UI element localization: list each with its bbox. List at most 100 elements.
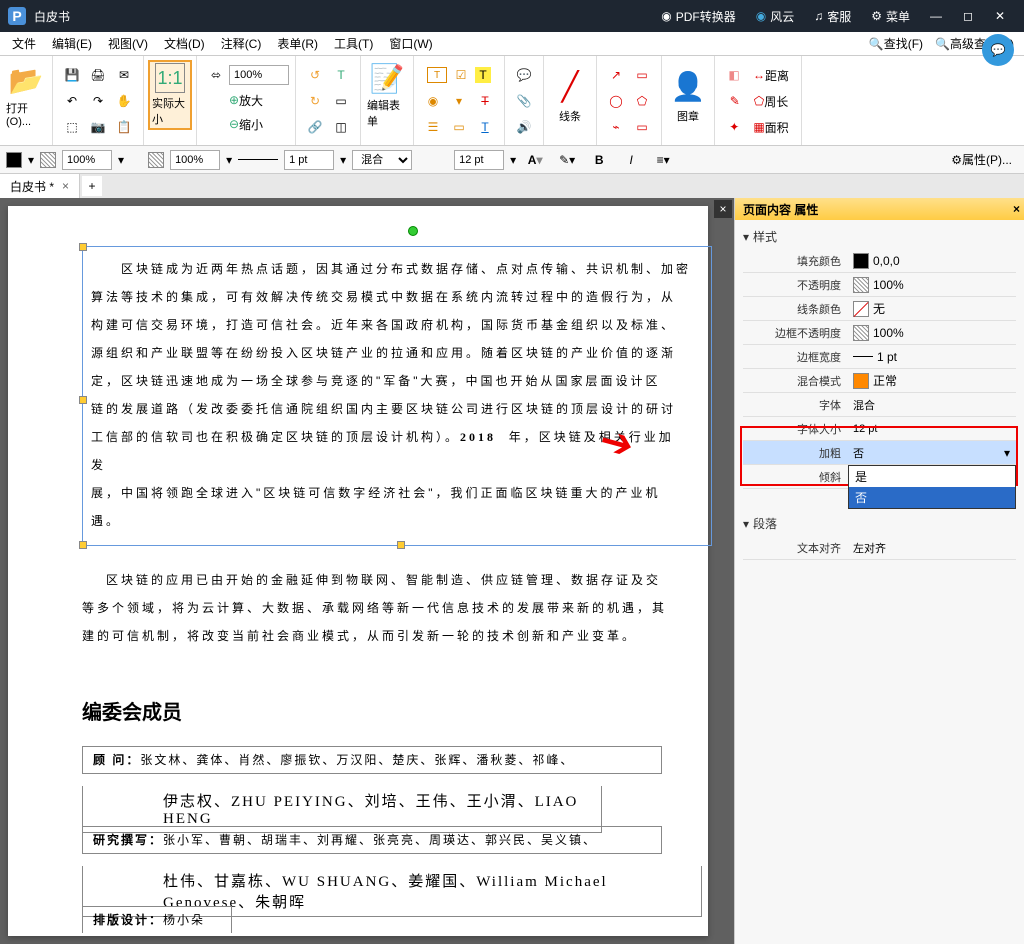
fengyun-button[interactable]: ◉风云	[746, 0, 805, 32]
clipboard-button[interactable]: 📋	[112, 115, 136, 139]
select-button[interactable]: ⬚	[60, 115, 84, 139]
selected-text-block[interactable]: 区块链成为近两年热点话题，因其通过分布式数据存储、点对点传输、共识机制、加密 算…	[82, 246, 712, 546]
resize-handle-sw[interactable]	[79, 541, 87, 549]
fit-width-button[interactable]: ⬄	[204, 63, 228, 87]
print-button[interactable]: 🖨	[86, 63, 110, 87]
menu-view[interactable]: 视图(V)	[100, 33, 156, 54]
close-button[interactable]: ✕	[984, 0, 1016, 32]
support-button[interactable]: ♫客服	[804, 0, 861, 32]
dropdown-option-no[interactable]: 否	[849, 487, 1015, 508]
pencil-button[interactable]: ✎	[723, 89, 747, 113]
distance-button[interactable]: ↔距离	[747, 63, 795, 87]
actual-size-button[interactable]: 1:1 实际大小	[148, 60, 192, 130]
document-area[interactable]: × 区块链成为近两年热点话题，因其通过分布式数据存储、点对点传输、共识机制、加密…	[0, 198, 734, 944]
menu-button[interactable]: ⚙菜单	[861, 0, 920, 32]
highlight-button[interactable]: T	[475, 67, 491, 83]
rotate-left-button[interactable]: ↺	[303, 63, 327, 87]
radio-button[interactable]: ◉	[421, 89, 445, 113]
open-button[interactable]: 📂 打开(O)...	[4, 60, 48, 130]
document-close-button[interactable]: ×	[714, 200, 732, 218]
group-paragraph[interactable]: ▾段落	[743, 511, 1016, 536]
fill-color-picker[interactable]	[6, 152, 22, 168]
italic-button[interactable]: I	[619, 148, 643, 172]
resize-handle-s[interactable]	[397, 541, 405, 549]
prop-bold[interactable]: 加粗否▾	[743, 441, 1016, 465]
edit-object-button[interactable]: ◫	[329, 115, 353, 139]
link-button[interactable]: 🔗	[303, 115, 327, 139]
edit-text-button[interactable]: T	[329, 63, 353, 87]
edit-form-button[interactable]: 📝 编辑表单	[365, 60, 409, 130]
resize-handle-w[interactable]	[79, 396, 87, 404]
arrow-button[interactable]: ↗	[604, 63, 628, 87]
undo-button[interactable]: ↶	[60, 89, 84, 113]
stamp-button[interactable]: 👤 图章	[666, 60, 710, 130]
menu-file[interactable]: 文件	[4, 33, 44, 54]
prop-border-opacity[interactable]: 边框不透明度100%	[743, 321, 1016, 345]
text-highlight-button[interactable]: ✎▾	[555, 148, 579, 172]
zoom-input[interactable]	[229, 65, 289, 85]
line-tool-button[interactable]: ╱ 线条	[548, 60, 592, 130]
pattern-picker[interactable]	[40, 152, 56, 168]
edit-image-button[interactable]: ▭	[329, 89, 353, 113]
polyline-button[interactable]: ⌁	[604, 115, 628, 139]
hand-button[interactable]: ✋	[112, 89, 136, 113]
chat-fab-button[interactable]: 💬	[982, 34, 1014, 66]
blend-select[interactable]: 混合	[352, 150, 412, 170]
rect-button[interactable]: ▭	[630, 63, 654, 87]
opacity-2-swatch[interactable]	[148, 152, 164, 168]
polygon-button[interactable]: ⬠	[630, 89, 654, 113]
find-button[interactable]: 🔍查找(F)	[863, 35, 929, 52]
zoom-in-button[interactable]: ⊕放大	[223, 88, 269, 112]
menu-comment[interactable]: 注释(C)	[213, 33, 270, 54]
bold-button[interactable]: B	[587, 148, 611, 172]
italic-dropdown[interactable]: 是 否	[848, 465, 1016, 509]
minimize-button[interactable]: —	[920, 0, 952, 32]
prop-blend-mode[interactable]: 混合模式正常	[743, 369, 1016, 393]
sound-button[interactable]: 🔊	[512, 115, 536, 139]
prop-border-width[interactable]: 边框宽度1 pt	[743, 345, 1016, 369]
line-width-input[interactable]	[284, 150, 334, 170]
listbox-button[interactable]: ☰	[421, 115, 445, 139]
eraser-button[interactable]: ◧	[722, 63, 746, 87]
underline-button[interactable]: T	[473, 115, 497, 139]
prop-fill-color[interactable]: 填充颜色0,0,0	[743, 249, 1016, 273]
menu-window[interactable]: 窗口(W)	[381, 33, 440, 54]
dropdown-button[interactable]: ▾	[447, 89, 471, 113]
add-tab-button[interactable]: +	[82, 176, 102, 196]
prop-italic[interactable]: 倾斜 是 否	[743, 465, 1016, 489]
align-button[interactable]: ≡▾	[651, 148, 675, 172]
prop-font-size[interactable]: 字体大小12 pt	[743, 417, 1016, 441]
attachment-button[interactable]: 📎	[512, 89, 536, 113]
menu-form[interactable]: 表单(R)	[269, 33, 326, 54]
opacity-input-1[interactable]	[62, 150, 112, 170]
checkbox-button[interactable]: ☑	[449, 63, 473, 87]
snapshot-button[interactable]: 📷	[86, 115, 110, 139]
rotate-right-button[interactable]: ↻	[303, 89, 327, 113]
menu-document[interactable]: 文档(D)	[156, 33, 213, 54]
menu-tool[interactable]: 工具(T)	[326, 33, 381, 54]
prop-text-align[interactable]: 文本对齐左对齐	[743, 536, 1016, 560]
perimeter-button[interactable]: ⬠周长	[748, 89, 794, 113]
button-button[interactable]: ▭	[447, 115, 471, 139]
group-style[interactable]: ▾样式	[743, 224, 1016, 249]
strikeout-button[interactable]: T	[473, 89, 497, 113]
area-button[interactable]: ▦面积	[747, 115, 794, 139]
opacity-input-2[interactable]	[170, 150, 220, 170]
maximize-button[interactable]: ◻	[952, 0, 984, 32]
note-button[interactable]: 💬	[512, 63, 536, 87]
save-button[interactable]: 💾	[60, 63, 84, 87]
menu-edit[interactable]: 编辑(E)	[44, 33, 100, 54]
prop-line-color[interactable]: 线条颜色无	[743, 297, 1016, 321]
text-field-button[interactable]: T	[427, 67, 447, 83]
prop-font[interactable]: 字体混合	[743, 393, 1016, 417]
properties-button[interactable]: ⚙属性(P)...	[945, 148, 1018, 172]
redo-button[interactable]: ↷	[86, 89, 110, 113]
tab-close-button[interactable]: ×	[62, 179, 69, 193]
pdf-converter-button[interactable]: ◉PDF转换器	[651, 0, 746, 32]
resize-handle-nw[interactable]	[79, 243, 87, 251]
shape-button[interactable]: ✦	[722, 115, 746, 139]
font-color-button[interactable]: A▾	[523, 148, 547, 172]
cloud-button[interactable]: ▭	[630, 115, 654, 139]
panel-close-button[interactable]: ×	[1013, 202, 1020, 216]
tab-whitepaper[interactable]: 白皮书 * ×	[0, 174, 80, 198]
